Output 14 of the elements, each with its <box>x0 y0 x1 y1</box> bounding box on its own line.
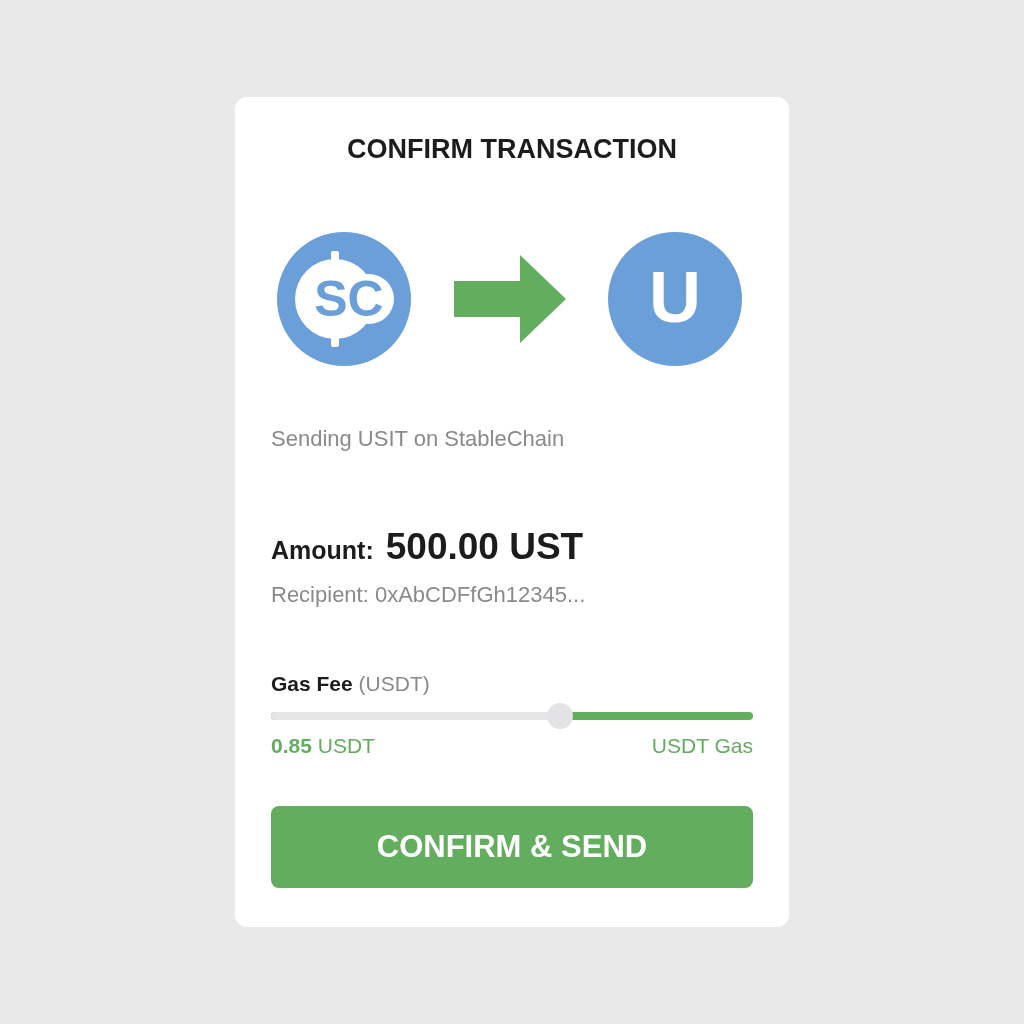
recipient-address: Recipient: 0xAbCDFfGh12345... <box>271 582 587 608</box>
amount-label: Amount: <box>271 536 374 565</box>
slider-thumb[interactable] <box>547 703 574 729</box>
coin-icon: U <box>608 232 742 366</box>
dialog-title: CONFIRM TRANSACTION <box>347 134 677 165</box>
arrow-icon <box>453 255 566 343</box>
gas-fee-label: Gas Fee (USDT) <box>271 672 431 696</box>
network-note: Sending USIT on StableChain <box>271 426 566 452</box>
amount-value: 500.00 UST <box>385 526 584 568</box>
coin-icon: SC <box>277 232 411 366</box>
gas-fee-value: 0.85 USDT <box>271 734 375 758</box>
gas-unit-label: USDT Gas <box>651 734 753 758</box>
confirm-send-button[interactable]: CONFIRM & SEND <box>271 806 753 888</box>
gas-fee-slider[interactable] <box>271 703 753 729</box>
